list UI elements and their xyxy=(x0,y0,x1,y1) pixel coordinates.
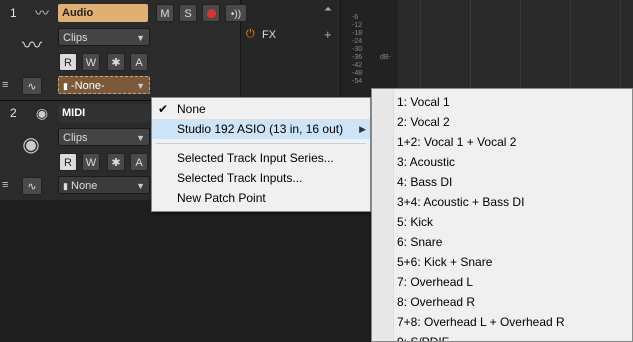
menu-item-none[interactable]: ✔ None xyxy=(152,99,370,119)
record-arm-button[interactable] xyxy=(202,4,220,22)
menu-item-selected-track-input-series[interactable]: Selected Track Input Series... xyxy=(152,148,370,168)
submenu-item[interactable]: 9: S/PDIF xyxy=(372,332,632,341)
menu-item-studio-192-asio[interactable]: Studio 192 ASIO (13 in, 16 out) ▶ xyxy=(152,119,370,139)
solo-button[interactable]: S xyxy=(179,4,197,22)
read-automation-button[interactable]: R xyxy=(59,53,77,71)
track-number: 2 xyxy=(10,106,17,120)
meter-tick: -30 xyxy=(352,46,363,53)
asio-inputs-submenu: 1: Vocal 1 2: Vocal 2 1+2: Vocal 1 + Voc… xyxy=(371,88,633,342)
submenu-item[interactable]: 3: Acoustic xyxy=(372,152,632,172)
write-automation-button[interactable]: W xyxy=(82,53,100,71)
input-icon: ▮ xyxy=(63,181,68,191)
track-input-dropdown[interactable]: ▮ None ▼ xyxy=(58,176,150,194)
track-mode-value: Clips xyxy=(63,32,88,44)
menu-item-label: Studio 192 ASIO (13 in, 16 out) xyxy=(177,122,344,136)
meter-scale: -6 -12 -18 -24 -30 -36 -42 -48 -54 xyxy=(352,14,372,86)
record-icon xyxy=(206,9,216,18)
submenu-item[interactable]: 8: Overhead R xyxy=(372,292,632,312)
submenu-arrow-icon: ▶ xyxy=(359,124,366,134)
freeze-button[interactable]: ✱ xyxy=(107,153,125,171)
menu-item-label: None xyxy=(177,102,206,116)
submenu-item[interactable]: 2: Vocal 2 xyxy=(372,112,632,132)
meter-tick: -18 xyxy=(352,30,363,37)
fx-add-icon[interactable]: + xyxy=(324,27,332,42)
submenu-item[interactable]: 7+8: Overhead L + Overhead R xyxy=(372,312,632,332)
mute-button[interactable]: M xyxy=(156,4,174,22)
automation-lane-icon[interactable]: ∿ xyxy=(22,77,42,95)
midi-track-icon: ◉ xyxy=(22,134,40,156)
input-context-menu: ✔ None Studio 192 ASIO (13 in, 16 out) ▶… xyxy=(151,97,371,212)
track-name-midi[interactable]: MIDI xyxy=(58,104,150,122)
archive-button[interactable]: A xyxy=(130,53,148,71)
track-number: 1 xyxy=(10,6,17,20)
submenu-item[interactable]: 5+6: Kick + Snare xyxy=(372,252,632,272)
check-icon: ✔ xyxy=(158,102,169,116)
menu-item-label: Selected Track Inputs... xyxy=(177,171,303,185)
meter-unit: dB- xyxy=(380,54,391,61)
track-name-audio[interactable]: Audio xyxy=(58,4,148,22)
freeze-button[interactable]: ✱ xyxy=(107,53,125,71)
read-automation-button[interactable]: R xyxy=(59,153,77,171)
input-icon: ▮ xyxy=(63,81,68,91)
submenu-item[interactable]: 5: Kick xyxy=(372,212,632,232)
menu-item-label: New Patch Point xyxy=(177,191,266,205)
meter-tick: -54 xyxy=(352,78,363,85)
track-mode-dropdown[interactable]: Clips ▼ xyxy=(58,128,150,146)
track-input-dropdown[interactable]: ▮ -None- ▼ xyxy=(58,76,150,94)
submenu-item[interactable]: 1: Vocal 1 xyxy=(372,92,632,112)
meter-tick: -12 xyxy=(352,22,363,29)
menu-item-label: Selected Track Input Series... xyxy=(177,151,334,165)
audio-track-icon: 〰 xyxy=(22,35,42,57)
chevron-down-icon: ▼ xyxy=(136,133,145,143)
automation-lane-icon[interactable]: ∿ xyxy=(22,177,42,195)
chevron-down-icon: ▼ xyxy=(136,81,145,91)
input-echo-icon: •)) xyxy=(230,9,242,20)
meter-tick: -36 xyxy=(352,54,363,61)
track-mode-dropdown[interactable]: Clips ▼ xyxy=(58,28,150,46)
submenu-item[interactable]: 7: Overhead L xyxy=(372,272,632,292)
submenu-item[interactable]: 3+4: Acoustic + Bass DI xyxy=(372,192,632,212)
meter-tick: -6 xyxy=(352,14,359,21)
menu-item-selected-track-inputs[interactable]: Selected Track Inputs... xyxy=(152,168,370,188)
track-menu-icon[interactable]: ≡ xyxy=(2,179,18,193)
collapse-icon[interactable]: ⏶ xyxy=(320,4,336,20)
fx-power-icon[interactable]: ⏻ xyxy=(246,28,255,41)
meter-tick: -24 xyxy=(352,38,363,45)
track-mode-value: Clips xyxy=(63,132,88,144)
track-input-value: None xyxy=(71,180,98,192)
track-menu-icon[interactable]: ≡ xyxy=(2,79,18,93)
submenu-item[interactable]: 6: Snare xyxy=(372,232,632,252)
menu-separator xyxy=(156,143,366,144)
write-automation-button[interactable]: W xyxy=(82,153,100,171)
chevron-down-icon: ▼ xyxy=(136,33,145,43)
submenu-item[interactable]: 4: Bass DI xyxy=(372,172,632,192)
menu-item-new-patch-point[interactable]: New Patch Point xyxy=(152,188,370,208)
meter-tick: -48 xyxy=(352,70,363,77)
meter-tick: -42 xyxy=(352,62,363,69)
input-echo-button[interactable]: •)) xyxy=(225,4,247,22)
archive-button[interactable]: A xyxy=(130,153,148,171)
midi-icon: ◉ xyxy=(35,105,49,121)
fx-label: FX xyxy=(262,29,277,41)
waveform-icon: 〰 xyxy=(35,5,49,21)
submenu-item[interactable]: 1+2: Vocal 1 + Vocal 2 xyxy=(372,132,632,152)
chevron-down-icon: ▼ xyxy=(136,181,145,191)
track-input-value: -None- xyxy=(71,80,105,92)
